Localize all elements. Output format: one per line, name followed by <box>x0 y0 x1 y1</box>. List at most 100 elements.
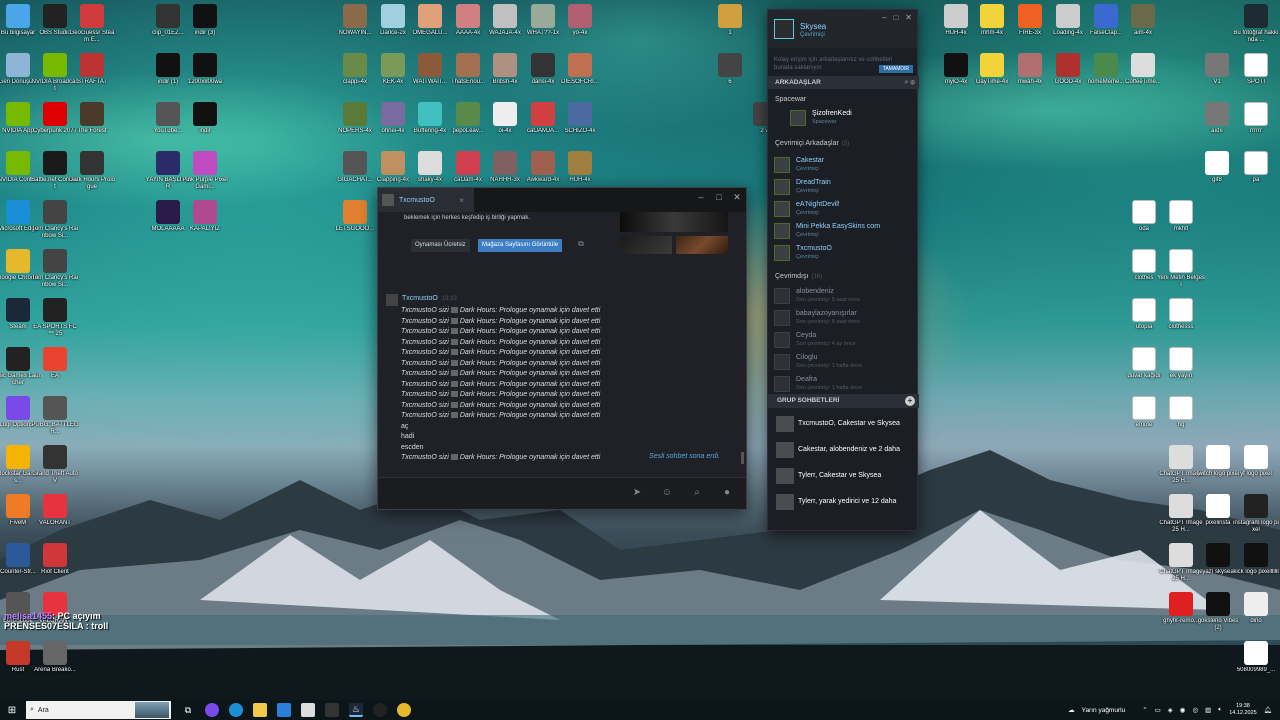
weather-text[interactable]: Yarın yağmurlu <box>1082 707 1126 714</box>
online-section[interactable]: Çevrimiçi Arkadaşlar (5) <box>775 140 849 147</box>
desktop-icon[interactable]: yo-4x <box>556 4 604 37</box>
maximize-icon[interactable]: □ <box>893 13 898 22</box>
calculator-app-icon[interactable] <box>325 703 339 717</box>
friend-item[interactable]: Deafra Son çevrimiçi: 1 hafta önce <box>774 374 914 394</box>
desktop-icon[interactable]: KAPALIYIZ <box>181 200 229 233</box>
invite-game-link[interactable]: Dark Hours: Prologue oynamak için davet … <box>460 318 600 325</box>
view-store-page-button[interactable]: Mağaza Sayfasını Görüntüle <box>478 239 563 252</box>
desktop-icon[interactable]: CoffeeTime... <box>1119 53 1167 86</box>
desktop-icon[interactable]: EA <box>31 347 79 380</box>
emoji-icon[interactable]: ☺ <box>660 487 674 498</box>
link-icon[interactable]: ⧉ <box>575 239 587 252</box>
friend-item[interactable]: ŞizofrenKedi Spacewar <box>790 108 930 128</box>
tray-chevron-icon[interactable]: ⌃ <box>1142 706 1147 714</box>
chat-tab[interactable]: TxcmustoO × <box>378 188 474 212</box>
desktop-icon[interactable]: Dark Hours Prologue <box>68 151 116 191</box>
desktop-icon[interactable]: Grand Theft Auto V <box>31 445 79 485</box>
send-icon[interactable]: ➤ <box>630 487 644 498</box>
desktop-icon[interactable]: mkhtl <box>1157 200 1205 233</box>
task-view-icon[interactable]: ⧉ <box>181 703 195 717</box>
taskbar-search[interactable]: ⌕ Ara <box>26 701 171 719</box>
invite-game-link[interactable]: Dark Hours: Prologue oynamak için davet … <box>460 307 600 314</box>
friend-item[interactable]: TxcmustoO Çevrimiçi <box>774 243 914 263</box>
voice-icon[interactable]: ● <box>720 487 734 498</box>
desktop-icon[interactable]: DİESOFCRI... <box>556 53 604 86</box>
desktop-icon[interactable]: rrrrrr <box>1232 102 1280 135</box>
friend-item[interactable]: Cakestar Çevrimiçi <box>774 155 914 175</box>
minimize-icon[interactable]: – <box>696 192 706 203</box>
desktop-icon[interactable]: LETSGOOO... <box>331 200 379 233</box>
clock[interactable]: 19:38 14.12.2025 <box>1229 703 1257 717</box>
maximize-icon[interactable]: □ <box>714 192 724 203</box>
desktop-icon[interactable]: 1200x800wa <box>181 53 229 86</box>
chat-titlebar[interactable]: TxcmustoO × – □ ✕ <box>378 188 746 212</box>
add-friend-icon[interactable]: ⊕ <box>910 79 915 86</box>
minimize-icon[interactable]: – <box>882 13 886 22</box>
invite-game-link[interactable]: Dark Hours: Prologue oynamak için davet … <box>460 360 600 367</box>
desktop-icon[interactable]: dino <box>1232 592 1280 625</box>
search-icon[interactable]: ⌕ <box>905 79 909 86</box>
close-icon[interactable]: ✕ <box>732 192 742 203</box>
desktop-icon[interactable]: The Forest <box>68 102 116 135</box>
sender-avatar[interactable] <box>386 294 398 306</box>
game-screenshot[interactable] <box>620 212 728 232</box>
desktop-icon[interactable]: pa <box>1232 151 1280 184</box>
close-tab-icon[interactable]: × <box>459 196 464 205</box>
friend-item[interactable]: eA'NightDevil! Çevrimiçi <box>774 199 914 219</box>
friend-item[interactable]: babaylazoyanışırlar Son çevrimiçi: 8 saat… <box>774 308 914 328</box>
add-group-icon[interactable]: + <box>905 396 915 406</box>
desktop-icon[interactable]: VALORANT <box>31 494 79 527</box>
invite-game-link[interactable]: Dark Hours: Prologue oynamak için davet … <box>460 339 600 346</box>
start-button[interactable]: ⊞ <box>0 700 24 720</box>
desktop-icon[interactable]: kick logo pixelllllll <box>1232 543 1280 576</box>
mail-app-icon[interactable] <box>277 703 291 717</box>
desktop-icon[interactable]: Pink Purple Pixel Gami... <box>181 151 229 191</box>
invite-game-link[interactable]: Dark Hours: Prologue oynamak için davet … <box>460 349 600 356</box>
steam-friends-list[interactable]: Skysea Çevrimiçi – □ ✕ Kolay erişim için… <box>767 9 919 531</box>
game-screenshot[interactable] <box>676 236 728 254</box>
desktop-icon[interactable]: Tom Clancy's Rainbow Si... <box>31 249 79 289</box>
close-icon[interactable]: ✕ <box>905 13 912 22</box>
invite-game-link[interactable]: Dark Hours: Prologue oynamak için davet … <box>460 454 600 461</box>
desktop-icon[interactable]: Yeni Metin Belgesi <box>1157 249 1205 289</box>
desktop-icon[interactable]: indir (3) <box>181 4 229 37</box>
network-icon[interactable]: ▥ <box>1205 706 1211 714</box>
desktop-icon[interactable]: yt logo pixel <box>1232 445 1280 478</box>
friend-item[interactable]: Ciloglu Son çevrimiçi: 1 hafta önce <box>774 352 914 372</box>
group-chat-item[interactable]: TxcmustoO, Cakestar ve Skysea <box>774 412 914 436</box>
steam-chat-window[interactable]: TxcmustoO × – □ ✕ beklemek için herkes k… <box>377 187 747 510</box>
group-chat-item[interactable]: Cakestar, alobendeniz ve 2 daha <box>774 438 914 462</box>
store-app-icon[interactable] <box>301 703 315 717</box>
tray-app-icon[interactable]: ◉ <box>1180 706 1186 714</box>
desktop-icon[interactable]: Riot Client <box>31 543 79 576</box>
invite-game-link[interactable]: Dark Hours: Prologue oynamak için davet … <box>460 370 600 377</box>
spacewar-section[interactable]: Spacewar <box>775 96 806 103</box>
invite-game-link[interactable]: Dark Hours: Prologue oynamak için davet … <box>460 328 600 335</box>
tray-app-icon[interactable]: ▭ <box>1155 706 1161 714</box>
invite-game-link[interactable]: Dark Hours: Prologue oynamak için davet … <box>460 391 600 398</box>
desktop-icon[interactable]: Tom Clancy's Rainbow Si... <box>31 200 79 240</box>
message-input[interactable] <box>384 484 624 504</box>
desktop-icon[interactable]: Arena Breako... <box>31 641 79 674</box>
desktop-icon[interactable]: HUH-4x <box>556 151 604 184</box>
user-name[interactable]: Skysea <box>800 22 826 31</box>
desktop-icon[interactable]: ek yayın <box>1157 347 1205 380</box>
file-explorer-icon[interactable] <box>253 703 267 717</box>
desktop-icon[interactable]: GeoGuessr Steam E... <box>68 4 116 44</box>
attach-icon[interactable]: ⌕ <box>690 487 704 498</box>
friend-item[interactable]: alobendeniz Son çevrimiçi: 5 saat önce <box>774 286 914 306</box>
desktop-icon[interactable]: hg <box>1157 396 1205 429</box>
invite-game-link[interactable]: Dark Hours: Prologue oynamak için davet … <box>460 381 600 388</box>
invite-game-link[interactable]: Dark Hours: Prologue oynamak için davet … <box>460 402 600 409</box>
desktop-icon[interactable]: 508009989_... <box>1232 641 1280 674</box>
friend-item[interactable]: DreadTrain Çevrimiçi <box>774 177 914 197</box>
desktop-icon[interactable]: SPOTİ <box>1232 53 1280 86</box>
invite-game-link[interactable]: Dark Hours: Prologue oynamak için davet … <box>460 412 600 419</box>
friend-item[interactable]: Mini Pekka EasySkins com Çevrimiçi <box>774 221 914 241</box>
tray-app-icon[interactable]: ◈ <box>1168 706 1173 714</box>
desktop-icon[interactable]: instagram logo pixel <box>1232 494 1280 534</box>
desktop-icon[interactable]: Bu fotoğraf hakkında ... <box>1232 4 1280 44</box>
desktop-icon[interactable]: PUBG: BATTLEGR... <box>31 396 79 436</box>
chat-scrollbar[interactable] <box>741 242 744 464</box>
desktop-icon[interactable]: EA SPORTS FC™ 25 <box>31 298 79 338</box>
